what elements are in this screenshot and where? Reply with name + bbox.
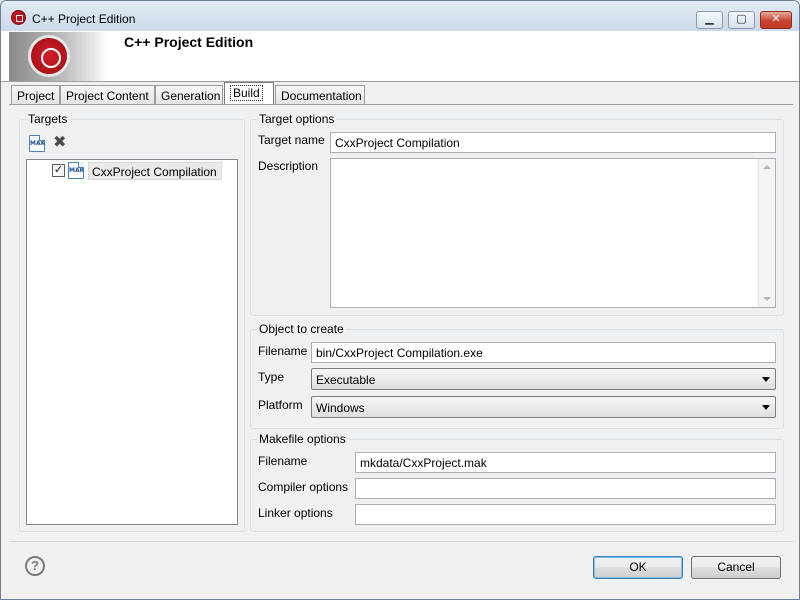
minimize-button[interactable]: ▁	[696, 11, 723, 29]
cancel-button[interactable]: Cancel	[691, 556, 781, 579]
tab-build[interactable]: Build	[224, 82, 274, 105]
tab-documentation[interactable]: Documentation	[275, 85, 365, 105]
linker-options-label: Linker options	[258, 506, 333, 520]
target-name-label: Target name	[258, 133, 325, 147]
app-icon	[11, 10, 26, 25]
makefile-filename-field[interactable]: mkdata/CxxProject.mak	[355, 452, 776, 473]
tab-project-content[interactable]: Project Content	[60, 85, 155, 105]
targets-tree[interactable]: ✓ MAK CxxProject Compilation	[26, 159, 238, 525]
makefile-icon: MAK	[68, 162, 84, 179]
scroll-up-icon[interactable]	[763, 165, 771, 169]
compiler-options-field[interactable]	[355, 478, 776, 499]
delete-target-icon[interactable]: ✖	[53, 135, 67, 151]
chevron-down-icon	[762, 405, 770, 410]
add-target-icon[interactable]: MAK	[29, 135, 45, 152]
type-select-value: Executable	[316, 373, 376, 387]
target-options-label: Target options	[257, 112, 337, 126]
makefile-options-label: Makefile options	[257, 432, 348, 446]
tab-panel-border	[9, 104, 793, 105]
header-banner	[1, 31, 799, 82]
makefile-filename-label: Filename	[258, 454, 308, 468]
tab-label: Generation	[161, 89, 221, 103]
close-button[interactable]: ✕	[760, 11, 792, 29]
object-filename-label: Filename	[258, 344, 308, 358]
object-filename-field[interactable]: bin/CxxProject Compilation.exe	[311, 342, 776, 363]
platform-select-value: Windows	[316, 401, 365, 415]
description-field[interactable]	[330, 158, 776, 308]
description-label: Description	[258, 159, 319, 173]
ok-button[interactable]: OK	[593, 556, 683, 579]
tab-label: Documentation	[281, 89, 362, 103]
logo-icon	[28, 35, 70, 77]
dialog-window: C++ Project Edition ▁ ▢ ✕ C++ Project Ed…	[0, 0, 800, 600]
object-to-create-label: Object to create	[257, 322, 346, 336]
tab-generation[interactable]: Generation	[155, 85, 223, 105]
linker-options-field[interactable]	[355, 504, 776, 525]
platform-select[interactable]: Windows	[311, 396, 776, 418]
window-title: C++ Project Edition	[32, 12, 136, 26]
description-scrollbar[interactable]	[758, 159, 775, 307]
tab-project[interactable]: Project	[11, 85, 60, 105]
compiler-options-label: Compiler options	[258, 480, 349, 494]
tree-item-target[interactable]: ✓ MAK CxxProject Compilation	[52, 162, 222, 180]
maximize-button[interactable]: ▢	[728, 11, 755, 29]
target-name-field[interactable]: CxxProject Compilation	[330, 132, 776, 153]
scroll-down-icon[interactable]	[763, 297, 771, 301]
tab-label: Project	[17, 89, 55, 103]
type-label: Type	[258, 370, 285, 384]
platform-label: Platform	[258, 398, 303, 412]
footer-divider	[9, 541, 793, 542]
tab-label: Build	[230, 85, 263, 101]
type-select[interactable]: Executable	[311, 368, 776, 390]
help-icon[interactable]: ?	[25, 556, 45, 576]
chevron-down-icon	[762, 377, 770, 382]
target-checkbox[interactable]: ✓	[52, 164, 65, 177]
targets-group-label: Targets	[26, 112, 70, 126]
tree-item-label[interactable]: CxxProject Compilation	[88, 162, 222, 180]
title-bar: C++ Project Edition ▁ ▢ ✕	[1, 1, 799, 31]
header-title: C++ Project Edition	[124, 34, 254, 50]
banner-image	[9, 32, 109, 81]
tab-label: Project Content	[66, 89, 149, 103]
